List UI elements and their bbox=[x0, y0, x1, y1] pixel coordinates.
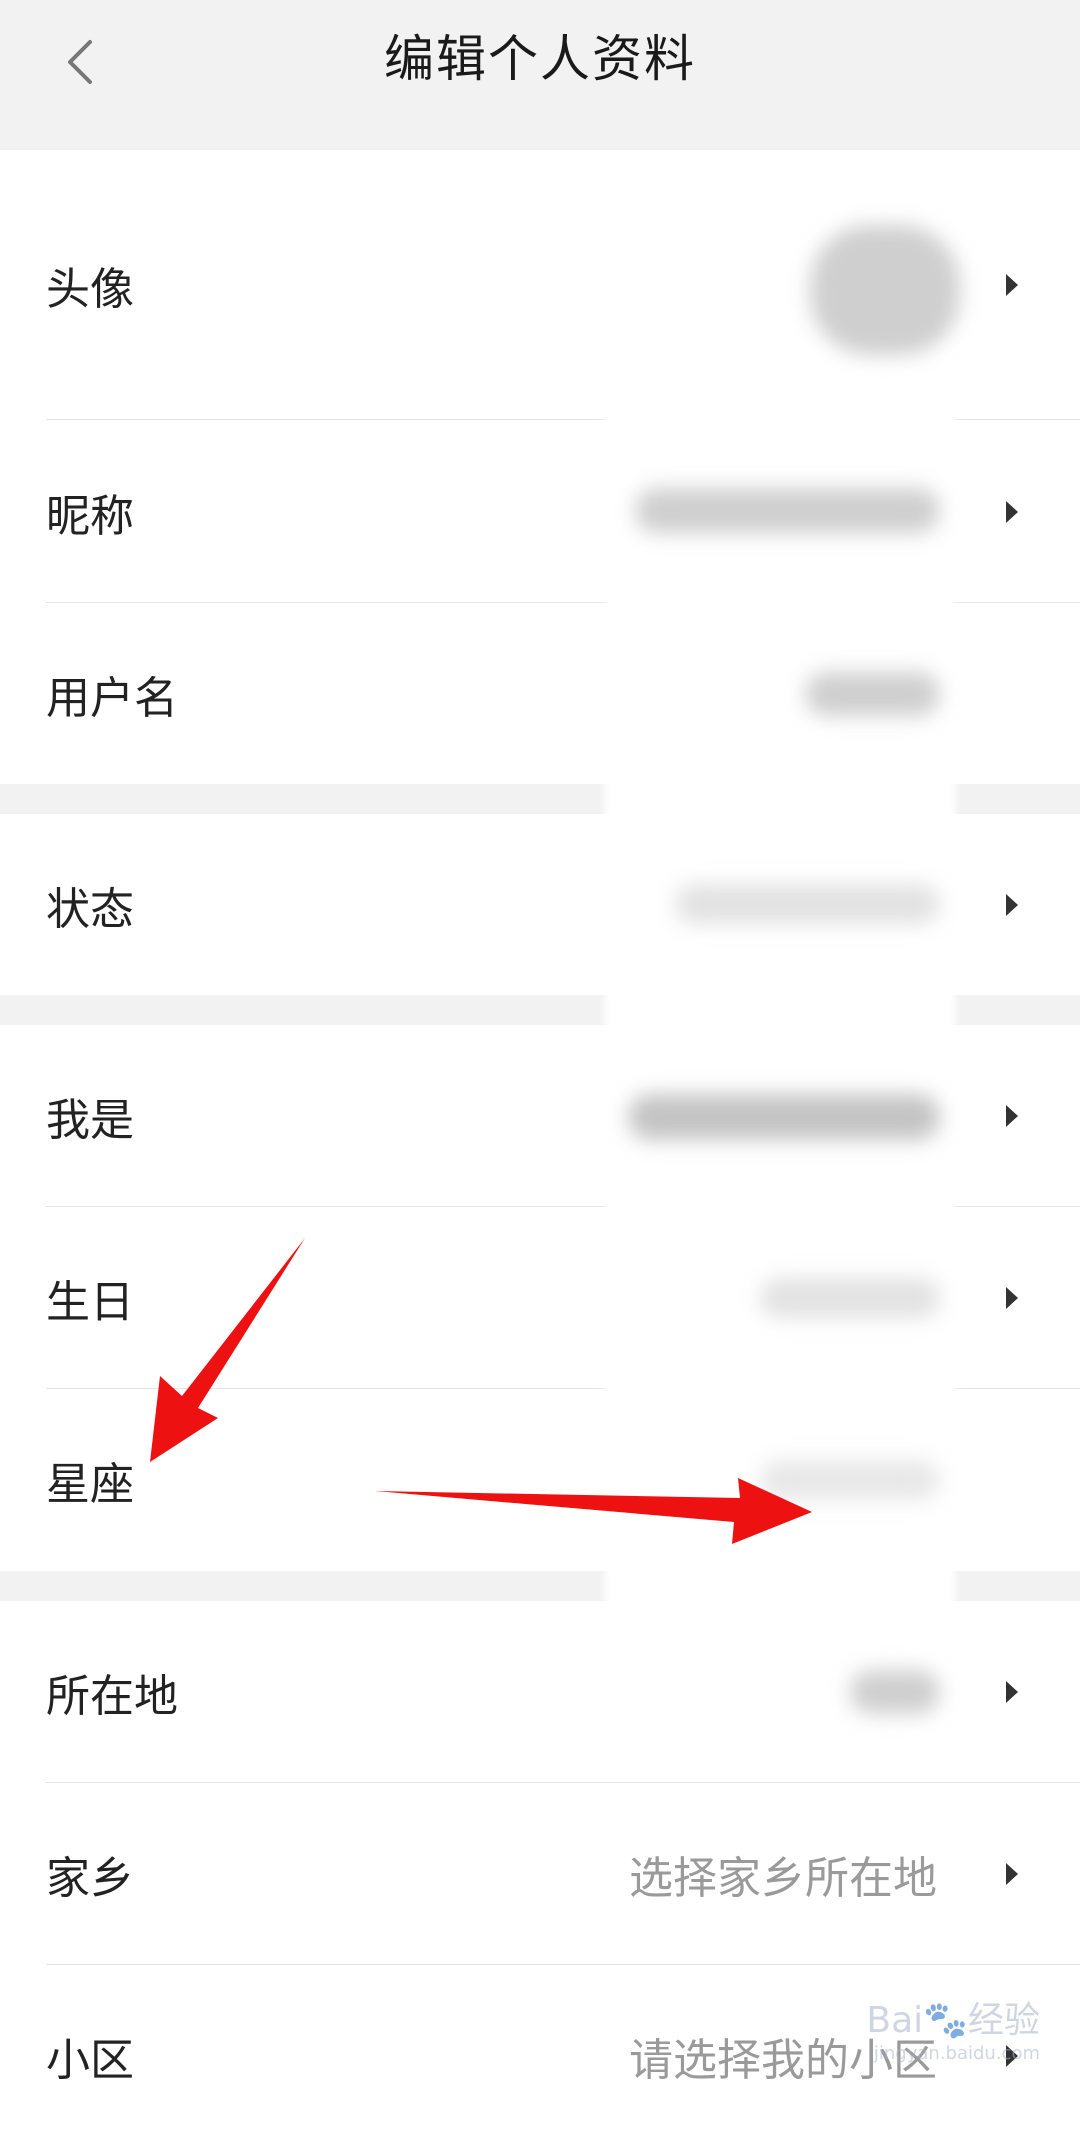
row-label-username: 用户名 bbox=[46, 672, 178, 724]
row-label-hometown: 家乡 bbox=[46, 1853, 134, 1904]
row-label-nickname: 昵称 bbox=[46, 490, 134, 542]
chevron-right-icon bbox=[1006, 1863, 1018, 1885]
row-label-status: 状态 bbox=[46, 883, 134, 935]
chevron-right-icon bbox=[1006, 1681, 1018, 1703]
watermark-brand: Bai bbox=[866, 2000, 924, 2041]
blurred-location bbox=[850, 1670, 940, 1714]
navigation-bar: 编辑个人资料 bbox=[0, 0, 1080, 122]
row-value-hometown: 选择家乡所在地 bbox=[629, 1853, 937, 1904]
blurred-iam bbox=[628, 1094, 940, 1140]
row-label-location: 所在地 bbox=[46, 1671, 178, 1722]
row-label-avatar: 头像 bbox=[46, 264, 134, 315]
blurred-username bbox=[805, 672, 940, 716]
blurred-avatar bbox=[810, 225, 960, 355]
blurred-birthday bbox=[760, 1278, 940, 1318]
page-title: 编辑个人资料 bbox=[384, 30, 696, 88]
chevron-right-icon bbox=[1006, 1105, 1018, 1127]
row-label-iam: 我是 bbox=[46, 1095, 134, 1146]
row-label-constellation: 星座 bbox=[46, 1459, 134, 1510]
watermark: Bai🐾经验 jingyan.baidu.com bbox=[866, 1991, 1040, 2064]
blurred-status bbox=[675, 884, 940, 924]
blurred-nickname bbox=[635, 488, 940, 533]
row-label-birthday: 生日 bbox=[46, 1277, 134, 1328]
blurred-constellation bbox=[760, 1460, 940, 1500]
chevron-right-icon bbox=[1006, 893, 1018, 916]
paw-icon: 🐾 bbox=[923, 2000, 968, 2041]
chevron-right-icon bbox=[1006, 500, 1018, 523]
row-hometown[interactable]: 家乡 选择家乡所在地 bbox=[0, 1783, 1080, 1965]
chevron-right-icon bbox=[1006, 1287, 1018, 1309]
row-label-community: 小区 bbox=[46, 2035, 134, 2086]
watermark-url: jingyan.baidu.com bbox=[873, 2043, 1040, 2064]
watermark-suffix: 经验 bbox=[967, 2000, 1040, 2041]
chevron-right-icon bbox=[1006, 274, 1018, 296]
